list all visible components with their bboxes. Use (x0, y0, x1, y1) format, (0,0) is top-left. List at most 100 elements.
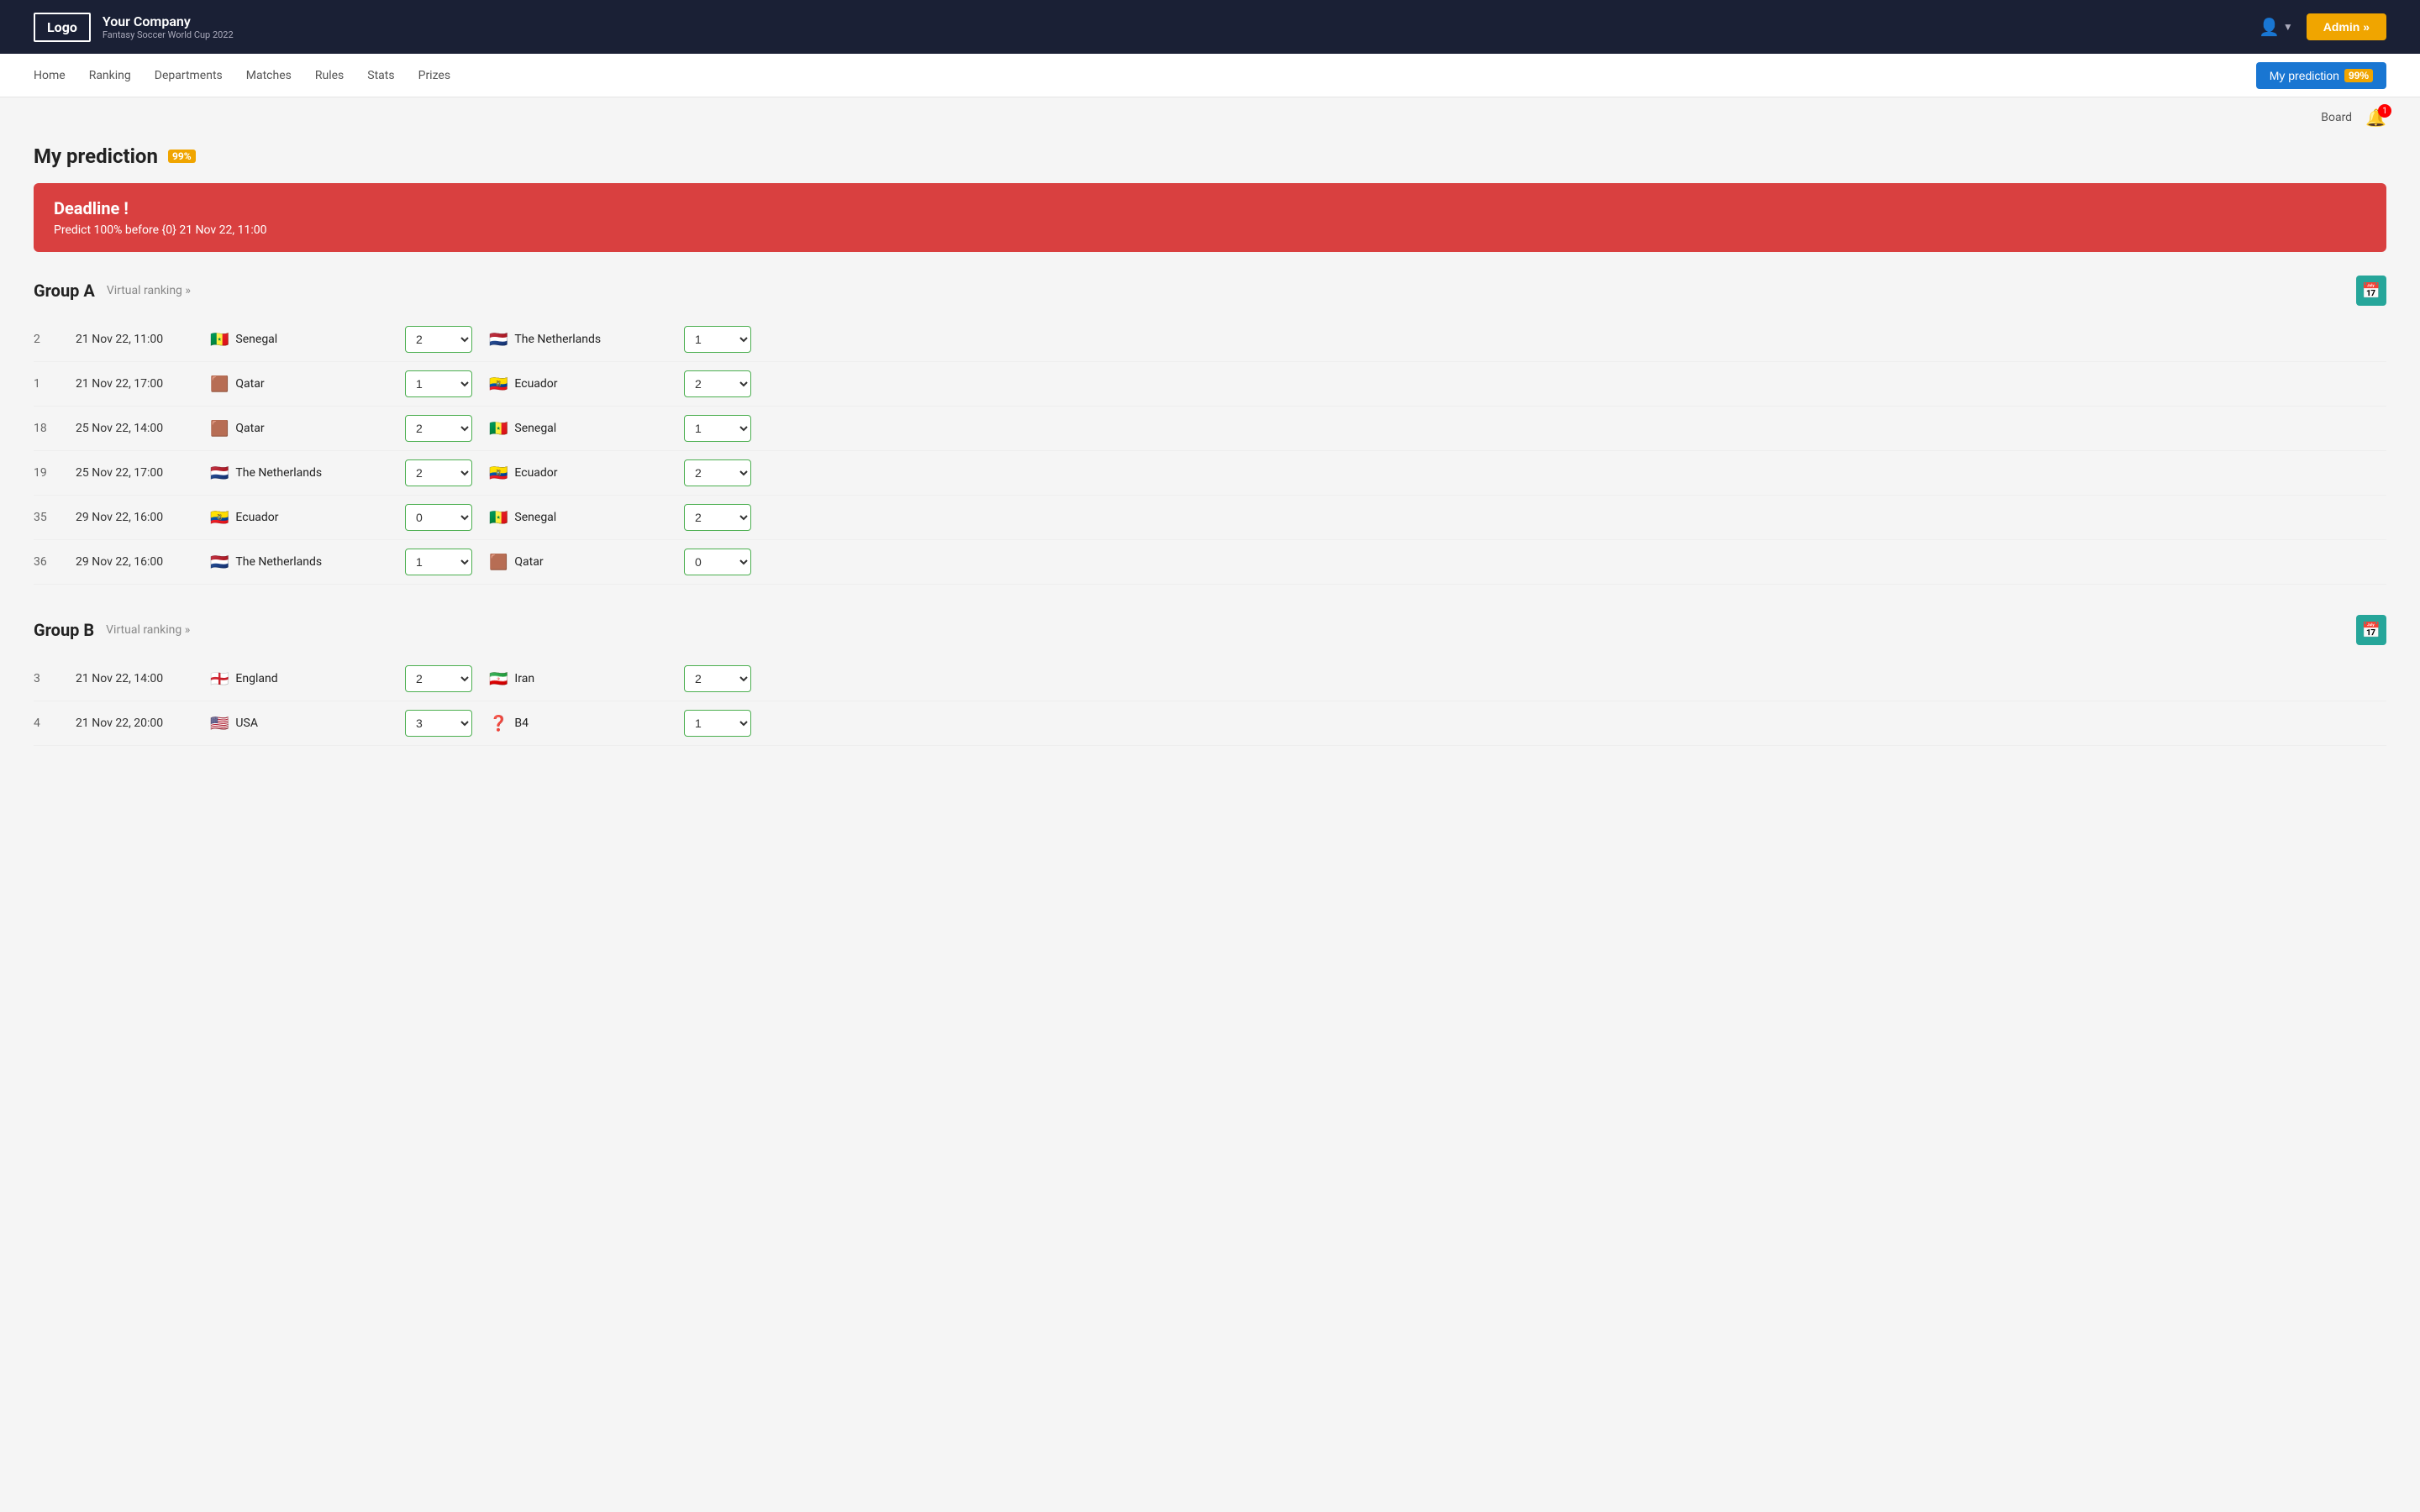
team-right-0-2: 🇸🇳 Senegal (489, 420, 674, 438)
main-content: My prediction 99% Deadline ! Predict 100… (0, 128, 2420, 810)
group-title-1: Group B (34, 620, 94, 640)
group-section-1: Group B Virtual ranking » 📅 3 21 Nov 22,… (34, 615, 2386, 746)
team-left-0-1: 🟫 Qatar (210, 375, 395, 393)
notification-bell[interactable]: 🔔 1 (2365, 108, 2386, 128)
group-section-0: Group A Virtual ranking » 📅 2 21 Nov 22,… (34, 276, 2386, 585)
nav-link-stats[interactable]: Stats (367, 69, 394, 82)
team-left-0-4: 🇪🇨 Ecuador (210, 509, 395, 527)
nav-link-prizes[interactable]: Prizes (418, 69, 450, 82)
admin-button[interactable]: Admin » (2307, 13, 2386, 40)
score-select-2-0-5[interactable]: 0123456789 (684, 549, 751, 575)
virtual-ranking-link-0[interactable]: Virtual ranking » (107, 284, 191, 297)
nav-item-ranking[interactable]: Ranking (89, 69, 131, 82)
team-right-0-4: 🇸🇳 Senegal (489, 509, 674, 527)
team-right-0-0: 🇳🇱 The Netherlands (489, 331, 674, 349)
team-left-1-0: 🏴󠁧󠁢󠁥󠁮󠁧󠁿 England (210, 670, 395, 688)
my-prediction-nav-button[interactable]: My prediction 99% (2256, 62, 2386, 89)
match-date-0-1: 21 Nov 22, 17:00 (76, 377, 210, 391)
deadline-title: Deadline ! (54, 198, 2366, 218)
team-right-0-3: 🇪🇨 Ecuador (489, 465, 674, 482)
score-select-1-0-0[interactable]: 0123456789 (405, 326, 472, 353)
company-name: Your Company (103, 13, 234, 29)
team-right-name-0-5: Qatar (514, 555, 543, 569)
virtual-ranking-link-1[interactable]: Virtual ranking » (106, 623, 190, 637)
team-left-name-0-5: The Netherlands (235, 555, 322, 569)
notification-badge: 1 (2378, 104, 2391, 118)
score-select-1-0-3[interactable]: 0123456789 (405, 459, 472, 486)
match-date-1-0: 21 Nov 22, 14:00 (76, 672, 210, 685)
my-prediction-nav-badge: 99% (2344, 69, 2373, 82)
match-num-0-5: 36 (34, 555, 76, 569)
match-date-0-0: 21 Nov 22, 11:00 (76, 333, 210, 346)
team-right-name-0-2: Senegal (514, 422, 556, 435)
group-header-0: Group A Virtual ranking » 📅 (34, 276, 2386, 306)
score-select-1-1-0[interactable]: 0123456789 (405, 665, 472, 692)
deadline-sub: Predict 100% before {0} 21 Nov 22, 11:00 (54, 223, 2366, 237)
match-num-0-4: 35 (34, 511, 76, 524)
score-select-1-0-1[interactable]: 0123456789 (405, 370, 472, 397)
match-row-0-4: 35 29 Nov 22, 16:00 🇪🇨 Ecuador 012345678… (34, 496, 2386, 540)
nav-link-home[interactable]: Home (34, 69, 66, 82)
match-row-0-5: 36 29 Nov 22, 16:00 🇳🇱 The Netherlands 0… (34, 540, 2386, 585)
score-select-1-0-4[interactable]: 0123456789 (405, 504, 472, 531)
deadline-banner: Deadline ! Predict 100% before {0} 21 No… (34, 183, 2386, 252)
match-num-1-1: 4 (34, 717, 76, 730)
match-num-0-3: 19 (34, 466, 76, 480)
nav-item-departments[interactable]: Departments (155, 69, 223, 82)
team-left-0-5: 🇳🇱 The Netherlands (210, 554, 395, 571)
team-right-name-0-1: Ecuador (514, 377, 557, 391)
calendar-button-1[interactable]: 📅 (2356, 615, 2386, 645)
match-row-1-1: 4 21 Nov 22, 20:00 🇺🇸 USA 0123456789 ❓ B… (34, 701, 2386, 746)
nav-link-ranking[interactable]: Ranking (89, 69, 131, 82)
nav-link-departments[interactable]: Departments (155, 69, 223, 82)
team-left-1-1: 🇺🇸 USA (210, 715, 395, 732)
logo-area: Logo Your Company Fantasy Soccer World C… (34, 13, 234, 42)
header-right: 👤 ▼ Admin » (2259, 13, 2386, 40)
top-header: Logo Your Company Fantasy Soccer World C… (0, 0, 2420, 54)
match-row-0-0: 2 21 Nov 22, 11:00 🇸🇳 Senegal 0123456789… (34, 318, 2386, 362)
team-left-0-0: 🇸🇳 Senegal (210, 331, 395, 349)
nav-link-matches[interactable]: Matches (246, 69, 292, 82)
group-header-1: Group B Virtual ranking » 📅 (34, 615, 2386, 645)
match-row-0-3: 19 25 Nov 22, 17:00 🇳🇱 The Netherlands 0… (34, 451, 2386, 496)
team-left-0-3: 🇳🇱 The Netherlands (210, 465, 395, 482)
board-link[interactable]: Board (2321, 111, 2352, 124)
score-select-2-0-1[interactable]: 0123456789 (684, 370, 751, 397)
nav-link-rules[interactable]: Rules (315, 69, 344, 82)
team-right-1-0: 🇮🇷 Iran (489, 670, 674, 688)
nav-item-matches[interactable]: Matches (246, 69, 292, 82)
match-num-0-2: 18 (34, 422, 76, 435)
groups-container: Group A Virtual ranking » 📅 2 21 Nov 22,… (34, 276, 2386, 746)
match-num-1-0: 3 (34, 672, 76, 685)
team-right-name-1-1: B4 (514, 717, 529, 730)
nav-item-home[interactable]: Home (34, 69, 66, 82)
match-date-1-1: 21 Nov 22, 20:00 (76, 717, 210, 730)
team-left-name-0-0: Senegal (235, 333, 277, 346)
user-icon[interactable]: 👤 ▼ (2259, 17, 2293, 37)
nav-item-prizes[interactable]: Prizes (418, 69, 450, 82)
score-select-2-1-1[interactable]: 0123456789 (684, 710, 751, 737)
score-select-2-0-4[interactable]: 0123456789 (684, 504, 751, 531)
board-bar: Board 🔔 1 (0, 97, 2420, 128)
score-select-1-1-1[interactable]: 0123456789 (405, 710, 472, 737)
calendar-button-0[interactable]: 📅 (2356, 276, 2386, 306)
team-left-name-0-1: Qatar (235, 377, 264, 391)
team-right-1-1: ❓ B4 (489, 715, 674, 732)
team-left-0-2: 🟫 Qatar (210, 420, 395, 438)
score-select-2-0-0[interactable]: 0123456789 (684, 326, 751, 353)
team-left-name-1-1: USA (235, 717, 258, 730)
score-select-2-1-0[interactable]: 0123456789 (684, 665, 751, 692)
score-select-1-0-5[interactable]: 0123456789 (405, 549, 472, 575)
score-select-1-0-2[interactable]: 0123456789 (405, 415, 472, 442)
nav-item-rules[interactable]: Rules (315, 69, 344, 82)
score-select-2-0-3[interactable]: 0123456789 (684, 459, 751, 486)
match-num-0-0: 2 (34, 333, 76, 346)
score-select-2-0-2[interactable]: 0123456789 (684, 415, 751, 442)
team-right-name-0-4: Senegal (514, 511, 556, 524)
group-header-left-0: Group A Virtual ranking » (34, 281, 191, 301)
nav-item-stats[interactable]: Stats (367, 69, 394, 82)
page-title: My prediction (34, 144, 158, 168)
page-title-area: My prediction 99% (34, 144, 2386, 168)
user-avatar-icon: 👤 (2259, 17, 2280, 37)
match-row-1-0: 3 21 Nov 22, 14:00 🏴󠁧󠁢󠁥󠁮󠁧󠁿 England 01234… (34, 657, 2386, 701)
